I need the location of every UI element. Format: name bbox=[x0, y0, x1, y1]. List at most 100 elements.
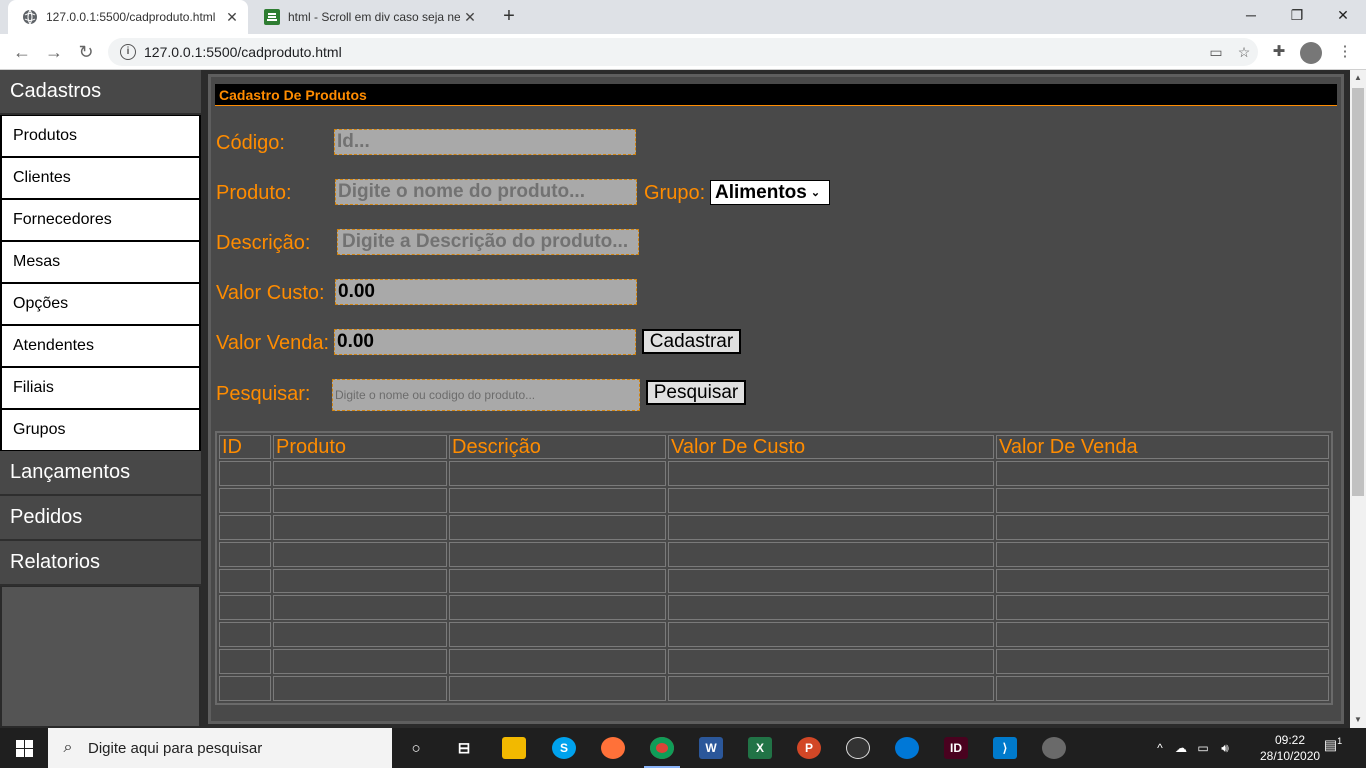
taskbar-search[interactable]: ⌕ Digite aqui para pesquisar bbox=[48, 728, 392, 768]
produto-input[interactable] bbox=[335, 179, 637, 205]
tab-cadproduto[interactable]: 127.0.0.1:5500/cadproduto.html ✕ bbox=[8, 0, 248, 34]
address-bar[interactable]: i 127.0.0.1:5500/cadproduto.html ▭ ☆ bbox=[108, 38, 1258, 66]
sidebar-section-relatorios[interactable]: Relatorios bbox=[0, 541, 201, 586]
browser-toolbar: ← → ↻ i 127.0.0.1:5500/cadproduto.html ▭… bbox=[0, 34, 1366, 70]
table-cell bbox=[996, 676, 1329, 701]
forward-arrow-icon[interactable]: → bbox=[42, 40, 66, 64]
pesquisar-label: Pesquisar: bbox=[216, 383, 311, 405]
edge-icon[interactable] bbox=[887, 732, 927, 764]
table-cell bbox=[449, 541, 666, 567]
sidebar-item-grupos[interactable]: Grupos bbox=[0, 409, 201, 451]
sidebar-item-mesas[interactable]: Mesas bbox=[0, 241, 201, 283]
table-cell bbox=[273, 541, 447, 567]
table-cell bbox=[273, 461, 447, 486]
skype-icon[interactable]: S bbox=[544, 732, 584, 764]
produto-label: Produto: bbox=[216, 182, 292, 204]
table-row bbox=[219, 461, 1329, 486]
vscode-icon[interactable]: ⟩ bbox=[985, 732, 1025, 764]
table-cell bbox=[219, 595, 271, 621]
grupo-select[interactable]: Alimentos ⌄ bbox=[710, 180, 830, 205]
onedrive-icon[interactable]: ☁ bbox=[1170, 741, 1192, 755]
reload-icon[interactable]: ↻ bbox=[74, 40, 98, 64]
scroll-down-icon[interactable]: ▼ bbox=[1350, 712, 1366, 728]
scroll-up-icon[interactable]: ▲ bbox=[1350, 70, 1366, 86]
pesquisar-input[interactable] bbox=[332, 379, 640, 411]
table-cell bbox=[273, 487, 447, 513]
table-cell bbox=[996, 622, 1329, 648]
cadastrar-button[interactable]: Cadastrar bbox=[642, 329, 741, 354]
tab-close-icon[interactable]: ✕ bbox=[222, 9, 242, 26]
star-icon[interactable]: ☆ bbox=[1230, 44, 1258, 61]
panel-title: Cadastro De Produtos bbox=[215, 84, 1337, 106]
paint-icon[interactable] bbox=[1034, 732, 1074, 764]
clock-time: 09:22 bbox=[1274, 733, 1306, 747]
sidebar-item-fornecedores[interactable]: Fornecedores bbox=[0, 199, 201, 241]
table-row bbox=[219, 568, 1329, 594]
codigo-input[interactable] bbox=[334, 129, 636, 155]
minimize-button[interactable]: ─ bbox=[1228, 0, 1274, 30]
table-cell bbox=[449, 487, 666, 513]
sidebar-item-filiais[interactable]: Filiais bbox=[0, 367, 201, 409]
table-row bbox=[219, 595, 1329, 621]
col-produto: Produto bbox=[273, 435, 447, 459]
sidebar: Cadastros Produtos Clientes Fornecedores… bbox=[0, 70, 201, 728]
indesign-icon[interactable]: ID bbox=[936, 732, 976, 764]
clock[interactable]: 09:22 28/10/2020 bbox=[1260, 732, 1320, 764]
valor-custo-input[interactable] bbox=[335, 279, 637, 305]
table-cell bbox=[449, 676, 666, 701]
table-cell bbox=[449, 649, 666, 674]
volume-icon[interactable]: 🔊︎ bbox=[1214, 741, 1236, 756]
cortana-icon[interactable]: ○ bbox=[396, 732, 436, 764]
menu-icon[interactable]: ⋮ bbox=[1334, 42, 1356, 64]
sidebar-section-pedidos[interactable]: Pedidos bbox=[0, 496, 201, 541]
sidebar-item-opcoes[interactable]: Opções bbox=[0, 283, 201, 325]
product-form-panel: Cadastro De Produtos Código: Produto: Gr… bbox=[208, 74, 1344, 724]
close-window-button[interactable]: ✕ bbox=[1320, 0, 1366, 30]
sidebar-filler bbox=[0, 586, 201, 728]
windows-icon bbox=[15, 739, 33, 757]
word-icon[interactable]: W bbox=[691, 732, 731, 764]
excel-icon[interactable]: X bbox=[740, 732, 780, 764]
page-scrollbar[interactable]: ▲ ▼ bbox=[1350, 70, 1366, 728]
back-arrow-icon[interactable]: ← bbox=[10, 40, 34, 64]
grupo-label: Grupo: bbox=[644, 182, 706, 204]
sidebar-section-cadastros[interactable]: Cadastros bbox=[0, 70, 201, 115]
scrollbar-thumb[interactable] bbox=[1352, 88, 1364, 496]
table-row bbox=[219, 487, 1329, 513]
restore-button[interactable]: ❐ bbox=[1274, 0, 1320, 30]
obs-icon[interactable] bbox=[838, 732, 878, 764]
task-view-icon[interactable]: ⊟ bbox=[444, 732, 484, 764]
globe-icon bbox=[22, 9, 38, 25]
valor-custo-label: Valor Custo: bbox=[216, 282, 325, 304]
sidebar-section-lancamentos[interactable]: Lançamentos bbox=[0, 451, 201, 496]
cast-icon[interactable]: ▭ bbox=[1202, 44, 1230, 61]
table-header-row: ID Produto Descrição Valor De Custo Valo… bbox=[219, 435, 1329, 459]
sidebar-item-atendentes[interactable]: Atendentes bbox=[0, 325, 201, 367]
avatar[interactable] bbox=[1300, 42, 1322, 64]
pesquisar-button[interactable]: Pesquisar bbox=[646, 380, 746, 405]
sidebar-item-clientes[interactable]: Clientes bbox=[0, 157, 201, 199]
tray-icons[interactable]: ^ ☁ ▭ 🔊︎ bbox=[1150, 728, 1236, 768]
valor-venda-input[interactable] bbox=[334, 329, 636, 355]
grupo-selected-value: Alimentos bbox=[715, 181, 807, 203]
notification-icon[interactable]: ▤1 bbox=[1318, 736, 1348, 760]
sidebar-item-produtos[interactable]: Produtos bbox=[0, 115, 201, 157]
new-tab-button[interactable]: + bbox=[498, 5, 520, 27]
table-row bbox=[219, 676, 1329, 701]
extensions-icon[interactable]: ✚ bbox=[1268, 42, 1290, 64]
tab-stackoverflow[interactable]: html - Scroll em div caso seja nec ✕ bbox=[250, 0, 486, 34]
firefox-icon[interactable] bbox=[593, 732, 633, 764]
file-explorer-icon[interactable] bbox=[494, 732, 534, 764]
start-button[interactable] bbox=[0, 728, 48, 768]
chevron-up-icon[interactable]: ^ bbox=[1150, 741, 1170, 755]
info-icon[interactable]: i bbox=[120, 44, 136, 60]
table-cell bbox=[668, 676, 994, 701]
tab-close-icon[interactable]: ✕ bbox=[460, 9, 480, 26]
descricao-input[interactable] bbox=[337, 229, 639, 255]
powerpoint-icon[interactable]: P bbox=[789, 732, 829, 764]
table-cell bbox=[668, 568, 994, 594]
table-cell bbox=[273, 649, 447, 674]
table-row bbox=[219, 541, 1329, 567]
battery-icon[interactable]: ▭ bbox=[1192, 741, 1214, 755]
chrome-icon[interactable] bbox=[642, 732, 682, 768]
